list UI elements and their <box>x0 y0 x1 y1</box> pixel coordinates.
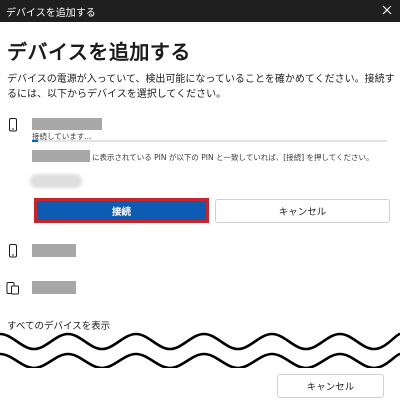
page-title: デバイスを追加する <box>7 40 191 64</box>
progress-indicator <box>32 140 38 142</box>
progress-bar <box>32 140 387 142</box>
instructions-text: デバイスの電源が入っていて、検出可能になっていることを確かめてください。接続する… <box>7 74 395 100</box>
cancel-button-label: キャンセル <box>306 382 355 393</box>
pin-code-blurred <box>30 174 82 188</box>
device-item-redacted[interactable] <box>32 281 76 294</box>
pin-instruction: に表示されている PIN が以下の PIN と一致していれば、[接続] を押して… <box>92 153 374 162</box>
device-name-redacted <box>32 150 90 162</box>
cancel-pairing-button[interactable]: キャンセル <box>215 199 390 223</box>
devices-icon <box>6 282 19 295</box>
cancel-pairing-button-label: キャンセル <box>278 207 327 218</box>
title-bar: デバイスを追加する <box>0 0 400 22</box>
connect-button[interactable]: 接続 <box>34 198 209 223</box>
phone-icon <box>9 118 17 132</box>
cancel-button[interactable]: キャンセル <box>277 374 384 398</box>
cut-separator <box>0 332 400 368</box>
phone-icon <box>9 244 17 258</box>
connect-button-label: 接続 <box>111 206 131 218</box>
close-icon[interactable] <box>380 3 394 17</box>
window-title: デバイスを追加する <box>6 8 96 19</box>
device-name-redacted[interactable] <box>32 118 102 130</box>
device-item-redacted[interactable] <box>32 244 76 257</box>
